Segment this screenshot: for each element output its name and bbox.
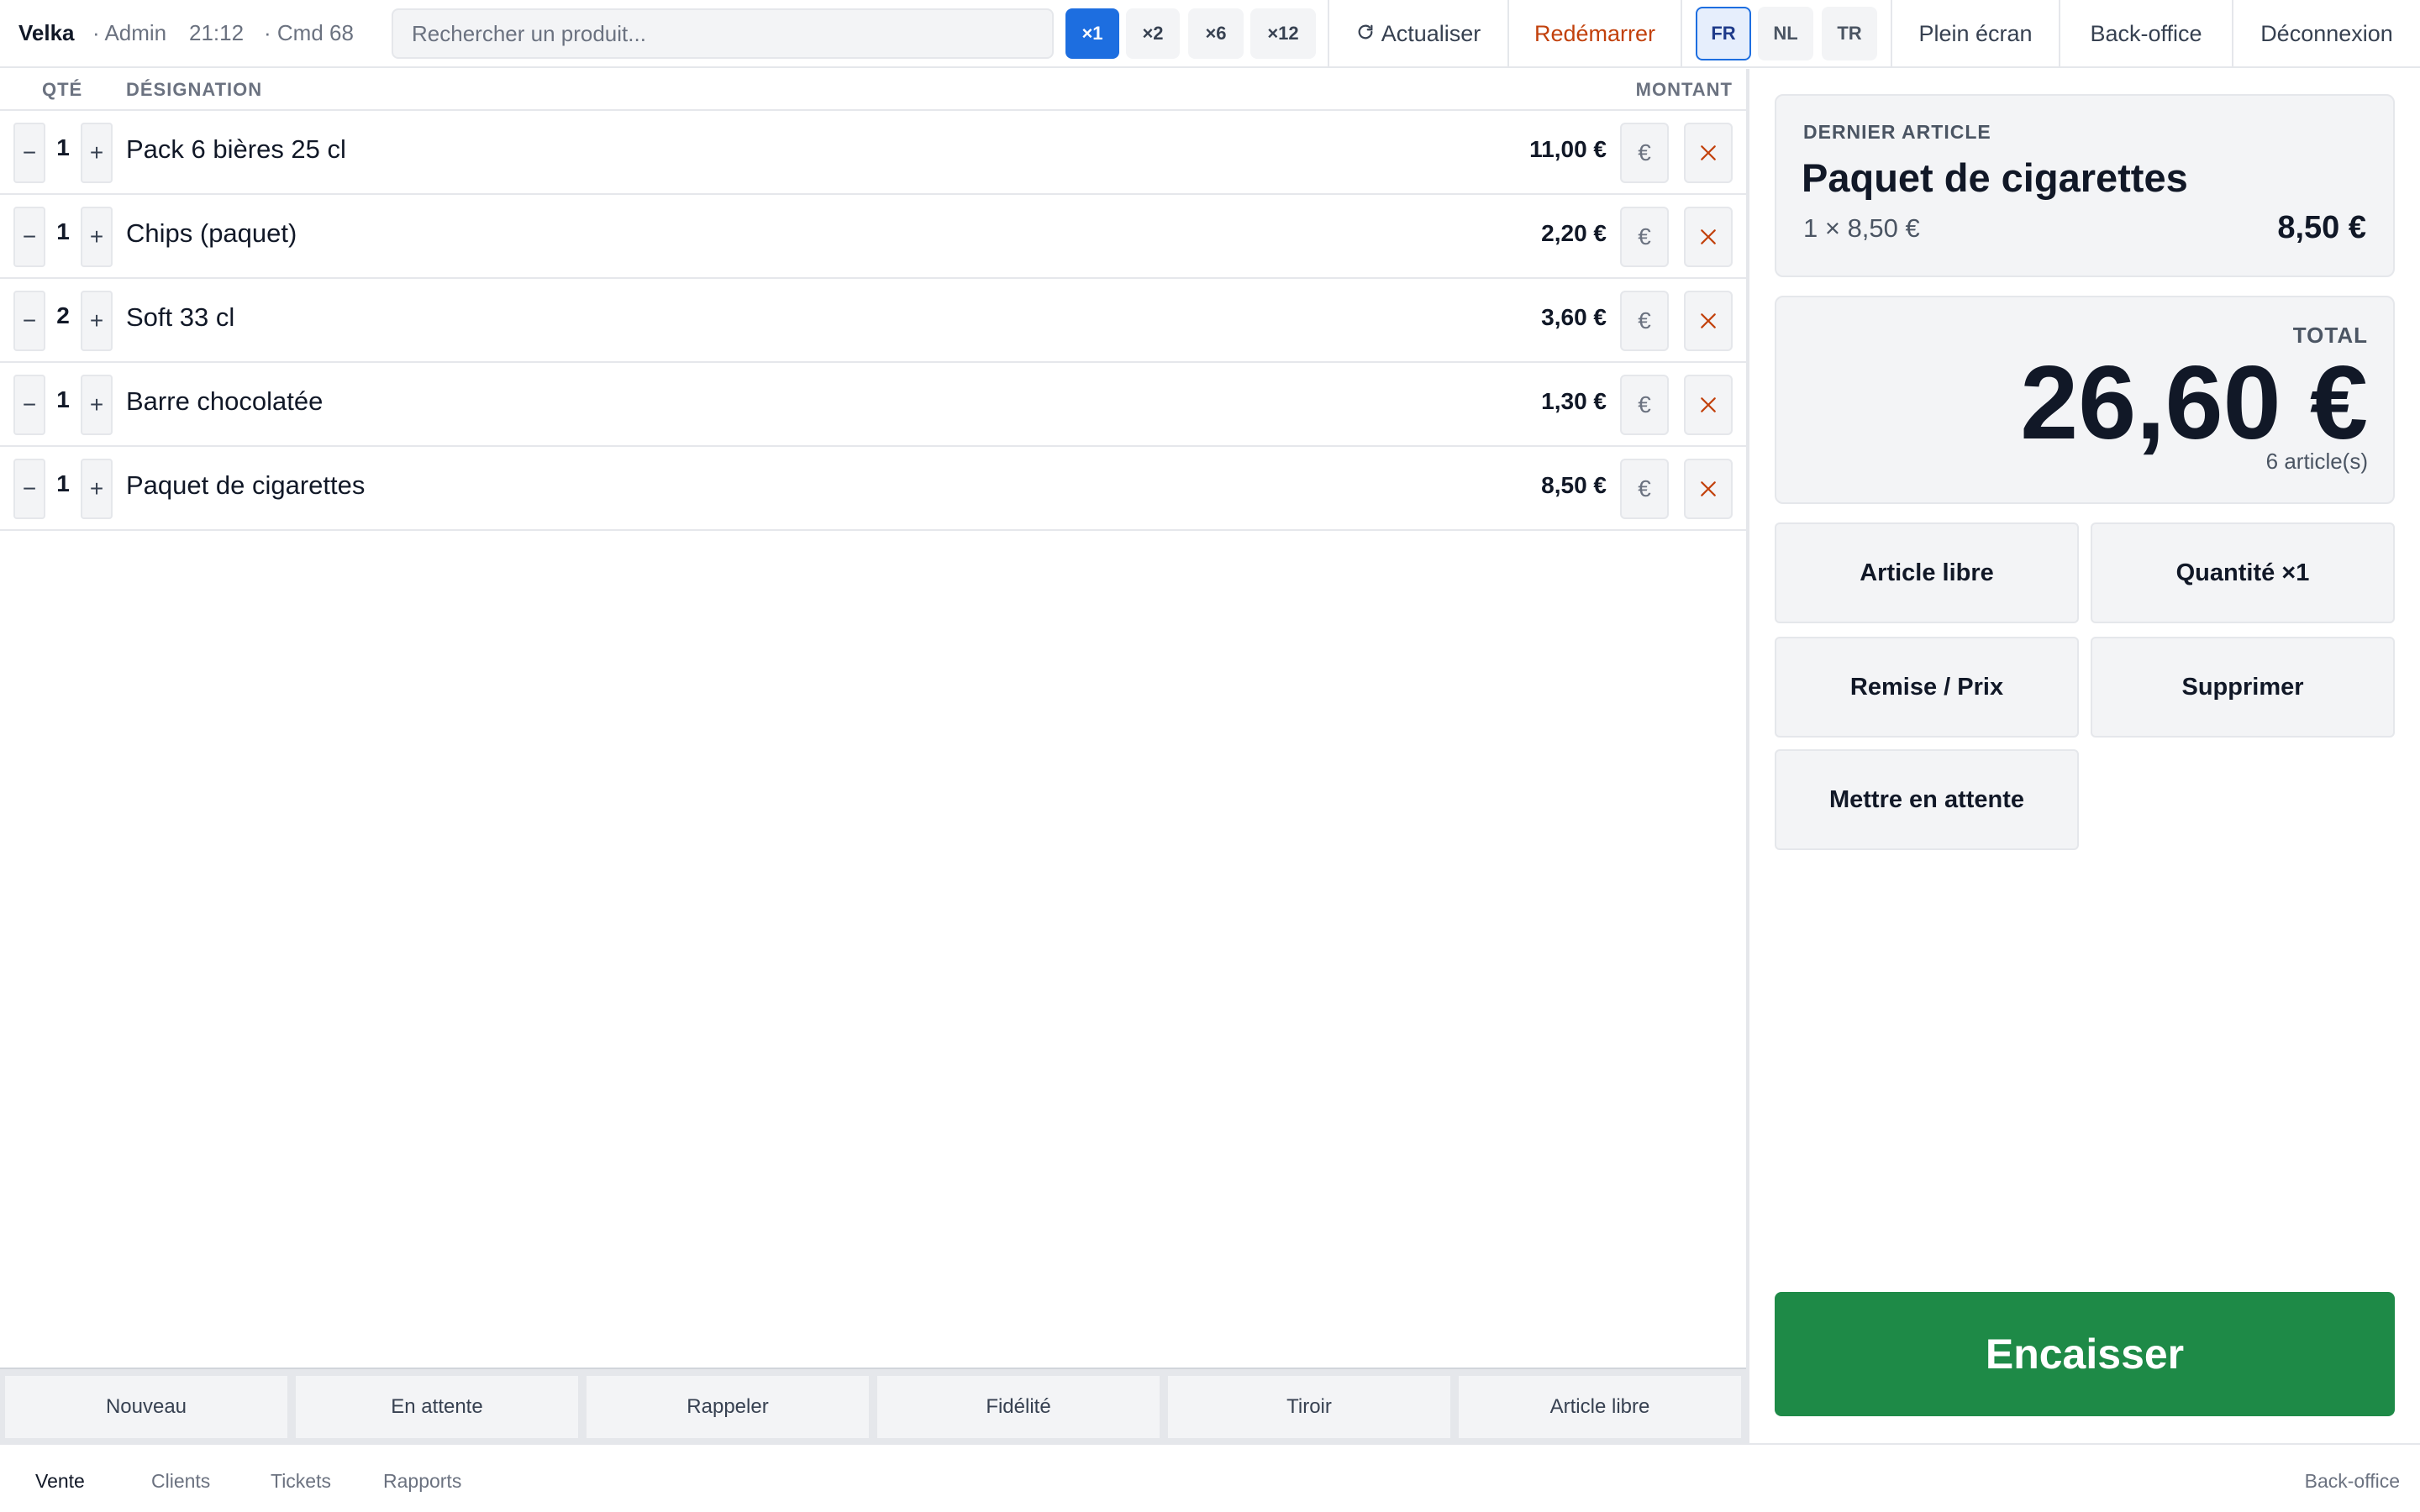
remove-line-button[interactable]	[1684, 123, 1733, 183]
language-nl-button[interactable]: NL	[1758, 7, 1813, 60]
nav-tab-sale[interactable]: Vente	[35, 1470, 85, 1493]
close-icon	[1701, 145, 1716, 160]
line-amount: 2,20 €	[1541, 220, 1607, 246]
discount-price-button[interactable]: Remise / Prix	[1775, 637, 2079, 738]
ticket-line[interactable]: − 1 + Pack 6 bières 25 cl 11,00 € €	[0, 111, 1746, 195]
clock: 21:12	[189, 20, 245, 45]
amount-column-header: MONTANT	[1635, 79, 1733, 100]
decrement-button[interactable]: −	[13, 123, 45, 183]
line-amount: 11,00 €	[1529, 136, 1607, 162]
last-article-detail: 1 × 8,50 €	[1803, 213, 1920, 243]
order-number: · Cmd 68	[264, 20, 354, 45]
recall-button[interactable]: Rappeler	[585, 1374, 871, 1440]
line-name: Soft 33 cl	[126, 302, 235, 332]
close-icon	[1701, 397, 1716, 412]
loyalty-button[interactable]: Fidélité	[876, 1374, 1161, 1440]
top-bar: Velka · Admin 21:12 · Cmd 68 ×1 ×2 ×6 ×1…	[0, 0, 2420, 68]
total-amount: 26,60 €	[2020, 345, 2368, 461]
ticket-header: QTÉ DÉSIGNATION MONTANT	[0, 69, 1746, 111]
delete-button[interactable]: Supprimer	[2091, 637, 2395, 738]
line-quantity: 1	[56, 134, 70, 160]
increment-button[interactable]: +	[81, 459, 113, 519]
language-fr-button[interactable]: FR	[1696, 7, 1751, 60]
refresh-label: Actualiser	[1381, 20, 1481, 46]
on-hold-button[interactable]: En attente	[294, 1374, 580, 1440]
edit-price-button[interactable]: €	[1620, 459, 1669, 519]
nav-tab-tickets[interactable]: Tickets	[271, 1470, 331, 1493]
line-quantity: 1	[56, 218, 70, 244]
line-quantity: 1	[56, 386, 70, 412]
backoffice-button[interactable]: Back-office	[2060, 0, 2232, 67]
last-article-name: Paquet de cigarettes	[1802, 155, 2188, 200]
increment-button[interactable]: +	[81, 375, 113, 435]
line-quantity: 2	[56, 302, 70, 328]
new-ticket-button[interactable]: Nouveau	[3, 1374, 289, 1440]
refresh-button[interactable]: Actualiser	[1329, 0, 1507, 67]
close-icon	[1701, 313, 1716, 328]
restart-button[interactable]: Redémarrer	[1509, 0, 1681, 67]
quantity-button[interactable]: Quantité ×1	[2091, 522, 2395, 623]
line-name: Chips (paquet)	[126, 218, 297, 248]
remove-line-button[interactable]	[1684, 291, 1733, 351]
ticket-line[interactable]: − 1 + Paquet de cigarettes 8,50 € €	[0, 447, 1746, 531]
line-name: Pack 6 bières 25 cl	[126, 134, 346, 164]
last-article-label: DERNIER ARTICLE	[1803, 121, 1991, 143]
checkout-button[interactable]: Encaisser	[1775, 1292, 2395, 1416]
edit-price-button[interactable]: €	[1620, 375, 1669, 435]
nav-backoffice-link[interactable]: Back-office	[2305, 1470, 2400, 1493]
function-bar: Nouveau En attente Rappeler Fidélité Tir…	[0, 1368, 1746, 1443]
edit-price-button[interactable]: €	[1620, 123, 1669, 183]
panel-divider	[1746, 69, 1749, 1443]
item-count: 6 article(s)	[2265, 449, 2368, 474]
multiplier-x12-button[interactable]: ×12	[1250, 8, 1316, 59]
multiplier-x1-button[interactable]: ×1	[1065, 8, 1119, 59]
qty-column-header: QTÉ	[42, 79, 83, 100]
line-amount: 8,50 €	[1541, 472, 1607, 498]
remove-line-button[interactable]	[1684, 375, 1733, 435]
search-input[interactable]	[392, 8, 1054, 59]
divider	[1681, 0, 1682, 67]
ticket-line[interactable]: − 1 + Chips (paquet) 2,20 € €	[0, 195, 1746, 279]
line-name: Barre chocolatée	[126, 386, 324, 416]
logout-button[interactable]: Déconnexion	[2233, 0, 2420, 67]
last-article-price: 8,50 €	[2277, 210, 2366, 245]
nav-tab-clients[interactable]: Clients	[151, 1470, 210, 1493]
designation-column-header: DÉSIGNATION	[126, 79, 263, 100]
decrement-button[interactable]: −	[13, 459, 45, 519]
refresh-icon	[1356, 21, 1375, 47]
decrement-button[interactable]: −	[13, 291, 45, 351]
free-item-button[interactable]: Article libre	[1775, 522, 2079, 623]
decrement-button[interactable]: −	[13, 375, 45, 435]
total-card: TOTAL 26,60 € 6 article(s)	[1775, 296, 2395, 504]
line-amount: 3,60 €	[1541, 304, 1607, 330]
decrement-button[interactable]: −	[13, 207, 45, 267]
drawer-button[interactable]: Tiroir	[1166, 1374, 1452, 1440]
free-item-function-button[interactable]: Article libre	[1457, 1374, 1743, 1440]
edit-price-button[interactable]: €	[1620, 207, 1669, 267]
user-role: · Admin	[92, 20, 167, 45]
line-amount: 1,30 €	[1541, 388, 1607, 414]
close-icon	[1701, 229, 1716, 244]
close-icon	[1701, 481, 1716, 496]
increment-button[interactable]: +	[81, 291, 113, 351]
multiplier-x6-button[interactable]: ×6	[1188, 8, 1244, 59]
increment-button[interactable]: +	[81, 207, 113, 267]
last-article-card: DERNIER ARTICLE Paquet de cigarettes 1 ×…	[1775, 94, 2395, 277]
multiplier-x2-button[interactable]: ×2	[1126, 8, 1180, 59]
nav-tab-reports[interactable]: Rapports	[383, 1470, 461, 1493]
brand-name: Velka	[18, 20, 75, 45]
line-name: Paquet de cigarettes	[126, 470, 366, 500]
line-quantity: 1	[56, 470, 70, 496]
hold-button[interactable]: Mettre en attente	[1775, 749, 2079, 850]
remove-line-button[interactable]	[1684, 207, 1733, 267]
fullscreen-button[interactable]: Plein écran	[1892, 0, 2059, 67]
bottom-nav: Vente Clients Tickets Rapports Back-offi…	[0, 1443, 2420, 1512]
remove-line-button[interactable]	[1684, 459, 1733, 519]
ticket-line[interactable]: − 1 + Barre chocolatée 1,30 € €	[0, 363, 1746, 447]
language-tr-button[interactable]: TR	[1822, 7, 1877, 60]
increment-button[interactable]: +	[81, 123, 113, 183]
edit-price-button[interactable]: €	[1620, 291, 1669, 351]
ticket-line[interactable]: − 2 + Soft 33 cl 3,60 € €	[0, 279, 1746, 363]
